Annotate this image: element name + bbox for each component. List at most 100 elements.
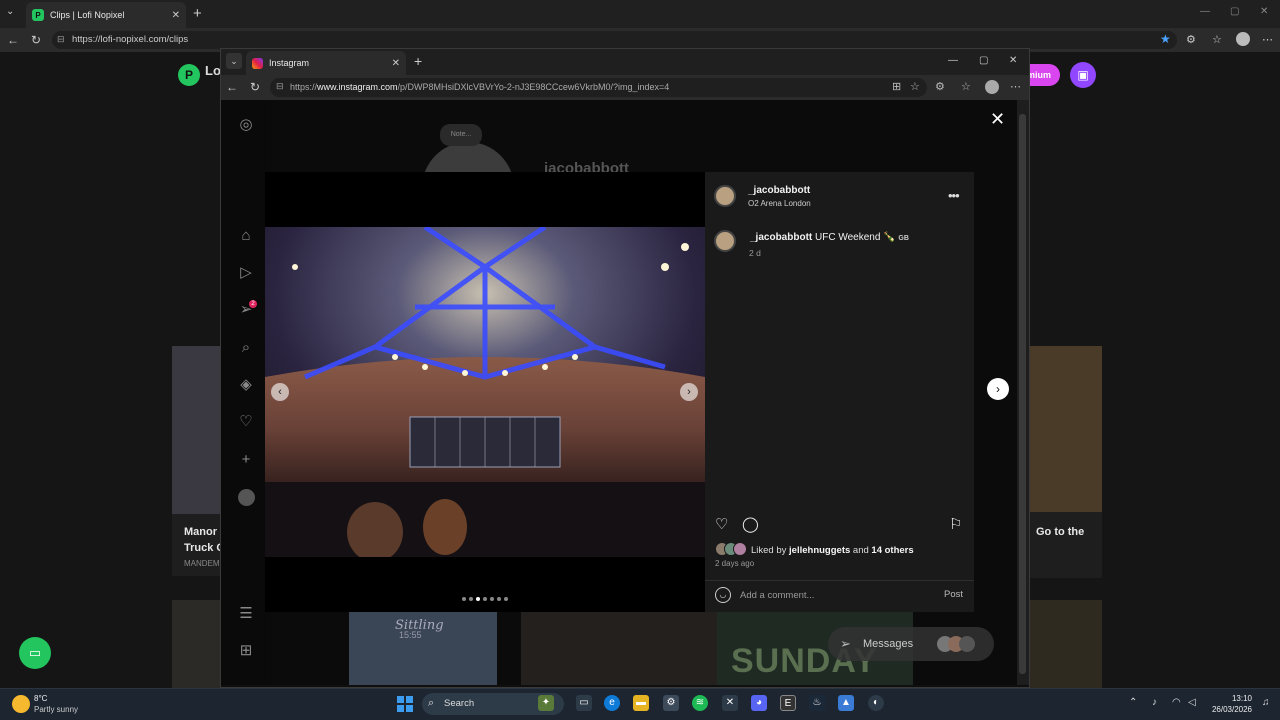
app-notification-icon[interactable]: ◐ (868, 695, 884, 711)
likes-summary[interactable]: Liked by jellehnuggets and 14 others (751, 545, 914, 556)
carousel-next-button[interactable]: › (680, 383, 698, 401)
inner-profile-icon[interactable] (985, 80, 999, 94)
new-tab-button[interactable]: + (193, 5, 202, 22)
epic-games-icon[interactable]: E (780, 695, 796, 711)
chat-bubble-icon[interactable]: ▭ (19, 637, 51, 669)
close-post-icon[interactable]: ✕ (990, 109, 1005, 130)
refresh-icon[interactable]: ↻ (31, 33, 41, 47)
lofi-logo-icon[interactable]: P (178, 64, 200, 86)
save-bookmark-icon[interactable]: ⚐ (949, 515, 962, 533)
close-window-icon[interactable]: ✕ (1260, 6, 1268, 17)
close-inner-tab-icon[interactable]: ✕ (392, 58, 400, 69)
start-windows-icon[interactable] (397, 696, 413, 712)
steam-icon[interactable]: ♨ (809, 695, 825, 711)
home-icon[interactable]: ⌂ (236, 226, 256, 246)
caption-author-avatar[interactable] (714, 230, 736, 252)
explore-icon[interactable]: ◈ (236, 375, 256, 395)
inner-back-icon[interactable]: ← (226, 80, 238, 94)
clip-thumbnail-left[interactable] (172, 346, 222, 514)
create-icon[interactable]: + (236, 450, 256, 470)
extensions-icon[interactable]: ⚙ (1186, 33, 1196, 46)
lofi-logo-text: Lo (205, 63, 221, 78)
outer-url-field[interactable]: https://lofi-nopixel.com/clips (52, 31, 1177, 49)
url-path: /p/DWP8MHsiDXlcVBVrYo-2-nJ3E98CCcew6Vkrb… (397, 82, 670, 92)
post-comment-button[interactable]: Post (944, 589, 963, 600)
xbox-icon[interactable]: ✕ (722, 695, 738, 711)
notifications-bell-icon[interactable]: ♫ (1262, 697, 1270, 708)
inner-favorites-icon[interactable]: ☆ (961, 80, 971, 93)
inner-close-window-icon[interactable]: ✕ (1009, 55, 1017, 66)
more-menu-icon[interactable]: ⋯ (1262, 33, 1273, 46)
spotify-icon[interactable]: ≋ (692, 695, 708, 711)
scrollbar-thumb[interactable] (1019, 114, 1026, 674)
tray-overflow-icon[interactable]: ⌃ (1129, 697, 1137, 708)
inner-app-icon[interactable]: ⊞ (892, 80, 901, 93)
grid-post-1[interactable]: Sittling 15:55 (349, 612, 497, 685)
inner-url-field[interactable]: https://www.instagram.com/p/DWP8MHsiDXlc… (270, 78, 927, 97)
profile-note-bubble[interactable]: Note... (440, 124, 482, 146)
close-tab-icon[interactable]: ✕ (172, 10, 180, 21)
maximize-icon[interactable]: ▢ (1230, 6, 1239, 17)
twitch-icon[interactable]: ▣ (1070, 62, 1096, 88)
clip-thumbnail-right[interactable] (1028, 346, 1102, 512)
post-options-icon[interactable]: ••• (948, 188, 960, 203)
grid-post-2[interactable] (521, 612, 717, 685)
favorites-icon[interactable]: ☆ (1212, 33, 1222, 46)
like-heart-icon[interactable]: ♡ (715, 515, 728, 533)
weather-description[interactable]: Partly sunny (34, 705, 78, 714)
back-icon[interactable]: ← (7, 33, 19, 47)
wifi-icon[interactable]: ◠ (1172, 697, 1181, 708)
favorite-star-icon[interactable]: ★ (1160, 32, 1171, 46)
settings-gear-icon[interactable]: ⚙ (663, 695, 679, 711)
inner-minimize-icon[interactable]: — (948, 55, 958, 66)
profile-avatar-icon[interactable] (1236, 32, 1250, 46)
weather-temperature[interactable]: 8°C (34, 694, 47, 703)
inner-tab-actions-icon[interactable]: ⌄ (226, 53, 242, 69)
file-explorer-icon[interactable]: ▬ (633, 695, 649, 711)
heart-icon[interactable]: ♡ (236, 412, 256, 432)
outer-tab-lofi[interactable]: P Clips | Lofi Nopixel ✕ (26, 2, 186, 28)
post-author-username[interactable]: _jacobabbott (748, 185, 810, 196)
photos-icon[interactable]: ▲ (838, 695, 854, 711)
inner-new-tab-button[interactable]: + (414, 53, 422, 69)
profile-sidebar-avatar[interactable] (238, 489, 255, 506)
liked-by-user[interactable]: jellehnuggets (789, 545, 850, 556)
search-icon[interactable]: ⌕ (236, 338, 256, 358)
inner-refresh-icon[interactable]: ↻ (250, 80, 260, 94)
inner-favorite-icon[interactable]: ☆ (910, 80, 920, 93)
clip-thumbnail-left-bottom[interactable] (172, 600, 222, 690)
clock-date[interactable]: 26/03/2026 (1203, 705, 1252, 714)
microphone-icon[interactable]: ♪ (1152, 697, 1157, 708)
caption-username[interactable]: _jacobabbott (750, 232, 812, 243)
tab-actions-menu-icon[interactable]: ⌄ (6, 6, 14, 17)
post-photo-arena[interactable] (265, 227, 705, 557)
inner-maximize-icon[interactable]: ▢ (979, 55, 988, 66)
emoji-icon[interactable]: ◡ (715, 587, 731, 603)
minimize-icon[interactable]: — (1200, 6, 1210, 17)
carousel-prev-button[interactable]: ‹ (271, 383, 289, 401)
post-location[interactable]: O2 Arena London (748, 199, 811, 208)
instagram-logo-icon[interactable]: ◎ (236, 115, 256, 135)
weather-sun-icon[interactable] (12, 695, 30, 713)
inner-tab-instagram[interactable]: Instagram ✕ (246, 51, 406, 75)
site-info-icon[interactable]: ⊟ (57, 34, 65, 45)
inner-site-info-icon[interactable]: ⊟ (276, 81, 284, 92)
next-post-button[interactable]: › (987, 378, 1009, 400)
search-highlight-icon[interactable]: ✦ (538, 695, 554, 711)
post-date: 2 days ago (715, 559, 755, 568)
also-from-meta-icon[interactable]: ⊞ (236, 641, 256, 661)
discord-icon[interactable]: ◕ (751, 695, 767, 711)
comment-icon[interactable]: ◯ (742, 515, 759, 533)
menu-icon[interactable]: ☰ (236, 604, 256, 624)
liked-by-others[interactable]: 14 others (871, 545, 913, 556)
clip-thumbnail-right-bottom[interactable] (1028, 600, 1102, 690)
inner-more-icon[interactable]: ⋯ (1010, 80, 1021, 93)
task-view-icon[interactable]: ▭ (576, 695, 592, 711)
volume-icon[interactable]: ◁ (1188, 697, 1196, 708)
comment-input[interactable] (740, 587, 930, 603)
clock-time[interactable]: 13:10 (1208, 694, 1252, 703)
inner-extensions-icon[interactable]: ⚙ (935, 80, 945, 93)
reels-icon[interactable]: ▷ (236, 263, 256, 283)
edge-browser-icon[interactable]: e (604, 695, 620, 711)
post-author-avatar[interactable] (714, 185, 736, 207)
